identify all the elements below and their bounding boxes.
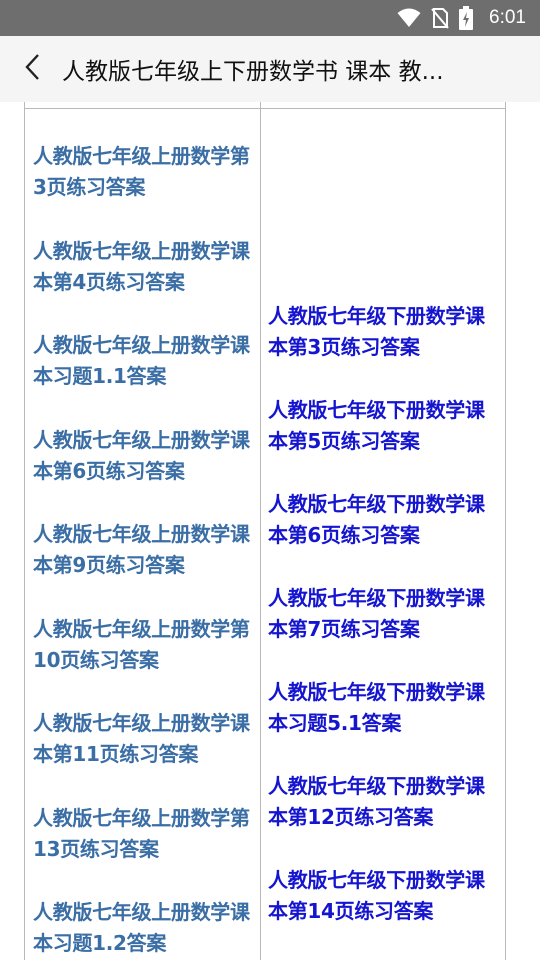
list-item[interactable]: 人教版七年级上册数学第10页练习答案 [33,614,255,709]
list-item[interactable]: 人教版七年级下册数学课本第5页练习答案 [268,395,504,489]
grade7-lower-column: 人教版七年级下册数学课本第3页练习答案 人教版七年级下册数学课本第5页练习答案 … [268,301,504,959]
column-divider [260,102,261,960]
wifi-icon [397,8,421,28]
list-item[interactable]: 人教版七年级上册数学课本第9页练习答案 [33,519,255,614]
list-item[interactable]: 人教版七年级下册数学课本第7页练习答案 [268,583,504,677]
app-bar: 人教版七年级上下册数学书 课本 教... [0,36,540,102]
page-title: 人教版七年级上下册数学书 课本 教... [62,59,444,85]
content-area[interactable]: 人教版七年级上册数学第3页练习答案 人教版七年级上册数学课本第4页练习答案 人教… [0,102,540,960]
list-item[interactable]: 人教版七年级上册数学课本习题1.2答案 [33,897,255,960]
status-time: 6:01 [489,7,526,28]
list-item[interactable]: 人教版七年级下册数学课本第14页练习答案 [268,865,504,959]
status-bar: 6:01 [0,0,540,36]
grade7-upper-column: 人教版七年级上册数学第3页练习答案 人教版七年级上册数学课本第4页练习答案 人教… [33,141,255,960]
list-item[interactable]: 人教版七年级上册数学第13页练习答案 [33,803,255,898]
list-item[interactable]: 人教版七年级上册数学第3页练习答案 [33,141,255,236]
list-item[interactable]: 人教版七年级下册数学课本第6页练习答案 [268,489,504,583]
list-item[interactable]: 人教版七年级上册数学课本第11页练习答案 [33,708,255,803]
answer-table: 人教版七年级上册数学第3页练习答案 人教版七年级上册数学课本第4页练习答案 人教… [24,102,506,960]
chevron-left-icon [24,53,40,85]
list-item[interactable]: 人教版七年级上册数学课本习题1.1答案 [33,330,255,425]
no-sim-icon [431,7,449,29]
table-header-row [25,102,505,109]
list-item[interactable]: 人教版七年级下册数学课本习题5.1答案 [268,677,504,771]
list-item[interactable]: 人教版七年级上册数学课本第4页练习答案 [33,236,255,331]
list-item[interactable]: 人教版七年级上册数学课本第6页练习答案 [33,425,255,520]
back-button[interactable] [0,36,56,102]
list-item[interactable]: 人教版七年级下册数学课本第3页练习答案 [268,301,504,395]
battery-charging-icon [459,6,474,30]
list-item[interactable]: 人教版七年级下册数学课本第12页练习答案 [268,771,504,865]
